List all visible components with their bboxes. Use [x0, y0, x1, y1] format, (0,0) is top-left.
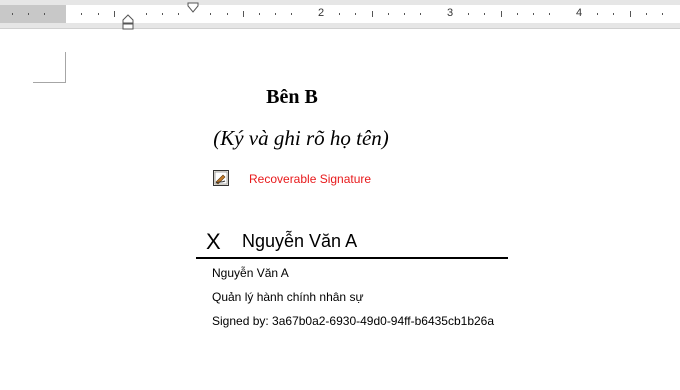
hanging-indent-marker-icon[interactable] [122, 14, 134, 30]
signature-name: Nguyễn Văn A [242, 231, 358, 251]
signer-name: Nguyễn Văn A [212, 266, 289, 280]
horizontal-ruler[interactable]: 2 3 4 [0, 0, 680, 30]
sign-instruction-text: (Ký và ghi rõ họ tên) [213, 126, 389, 150]
ruler-number-2: 2 [318, 7, 325, 19]
ruler-number-4: 4 [576, 7, 583, 19]
party-b-heading: Bên B [266, 86, 318, 108]
ruler-number-3: 3 [447, 7, 454, 19]
ruler-left-margin [0, 5, 66, 23]
recoverable-signature-label[interactable]: Recoverable Signature [249, 172, 371, 186]
page-margin-corner-mark [33, 52, 66, 83]
signature-line-icon[interactable] [213, 170, 229, 186]
ruler-text-area [66, 5, 680, 23]
signer-title: Quản lý hành chính nhân sự [212, 290, 364, 304]
signed-by-id: Signed by: 3a67b0a2-6930-49d0-94ff-b6435… [212, 314, 495, 328]
first-line-indent-marker-icon[interactable] [187, 2, 199, 14]
signature-x-mark: X [206, 229, 221, 254]
signature-line [196, 257, 508, 259]
